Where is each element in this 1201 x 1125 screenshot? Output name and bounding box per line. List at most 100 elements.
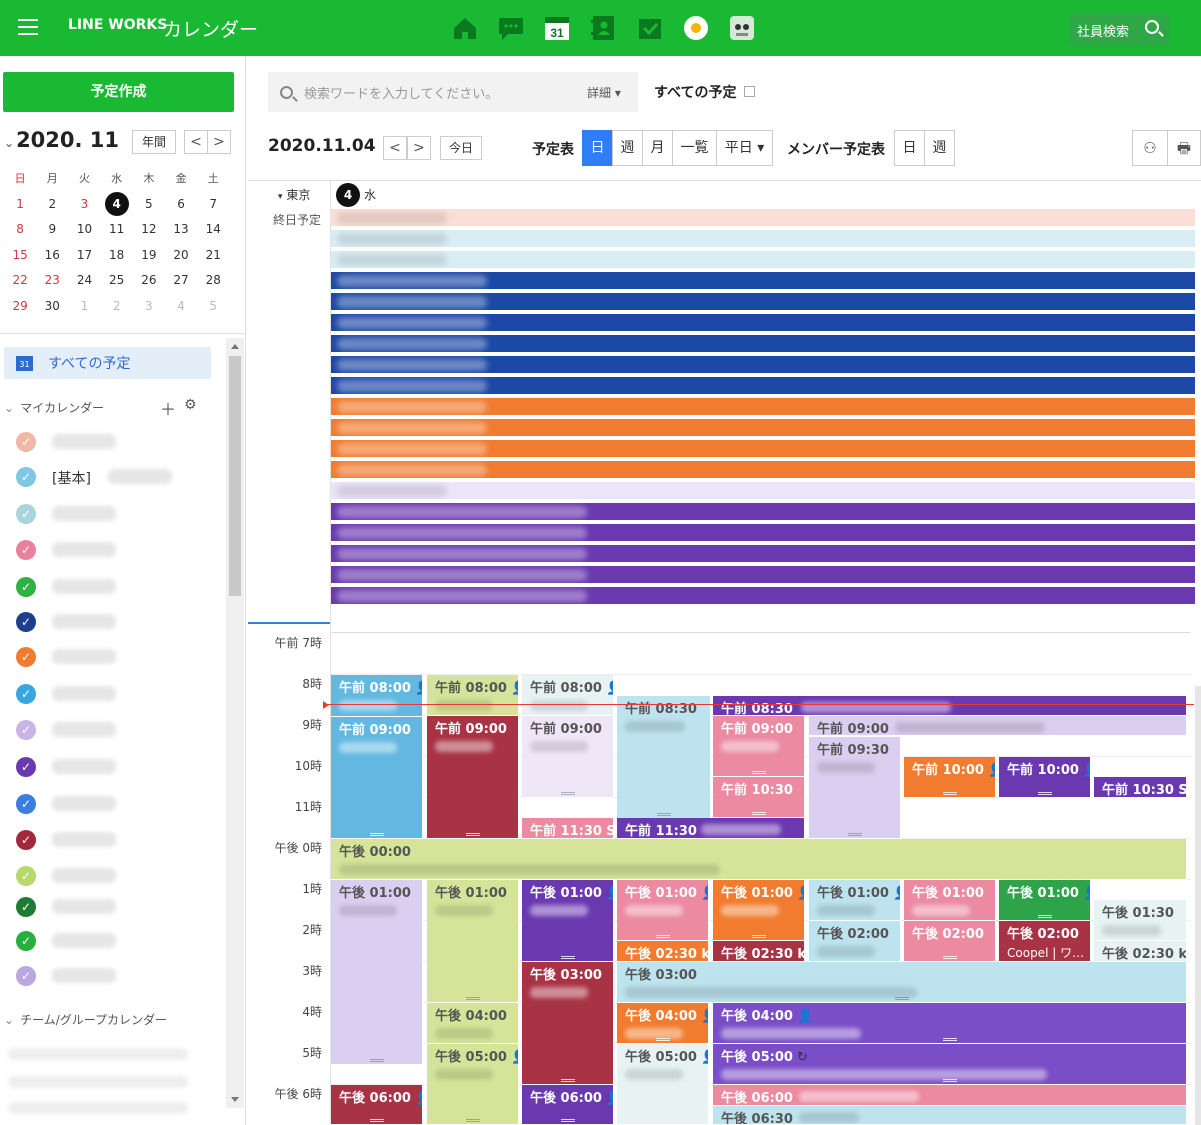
allday-event-bar[interactable] bbox=[331, 524, 1195, 543]
contacts-icon[interactable] bbox=[590, 15, 616, 41]
view-list-button[interactable]: 一覧 bbox=[672, 130, 717, 166]
allday-event-bar[interactable] bbox=[331, 377, 1195, 396]
allday-event-bar[interactable] bbox=[331, 230, 1195, 249]
menu-icon[interactable] bbox=[18, 19, 38, 35]
checkbox-icon[interactable]: ✓ bbox=[16, 720, 36, 740]
allday-event-bar[interactable] bbox=[331, 272, 1195, 291]
checkbox-icon[interactable]: ✓ bbox=[16, 830, 36, 850]
event-block[interactable]: 午前 08:30 bbox=[617, 696, 711, 819]
checkbox-icon[interactable]: ✓ bbox=[16, 757, 36, 777]
day-cell[interactable]: 23 bbox=[36, 268, 68, 294]
allday-event-bar[interactable] bbox=[331, 335, 1195, 354]
my-calendar-header[interactable]: ⌄ マイカレンダー ＋ ⚙ bbox=[4, 397, 204, 419]
event-block[interactable]: 午前 09:00 bbox=[427, 716, 519, 839]
sidebar-scrollbar[interactable] bbox=[226, 338, 244, 1108]
day-cell[interactable]: 10 bbox=[68, 217, 100, 243]
team-calendar-header[interactable]: ⌄ チーム/グループカレンダー bbox=[4, 1011, 167, 1028]
member-week-button[interactable]: 週 bbox=[924, 130, 955, 166]
calendar-icon[interactable]: 31 bbox=[544, 15, 570, 41]
event-block[interactable]: 午後 02:00 bbox=[809, 921, 901, 962]
day-cell[interactable]: 2 bbox=[36, 192, 68, 218]
day-cell[interactable]: 29 bbox=[4, 294, 36, 320]
checkbox-icon[interactable]: ✓ bbox=[16, 467, 36, 487]
day-cell[interactable]: 19 bbox=[133, 243, 165, 269]
collapse-chevron-icon[interactable]: ⌄ bbox=[4, 136, 14, 150]
team-calendar-item[interactable] bbox=[8, 1048, 188, 1060]
checkbox-icon[interactable]: ✓ bbox=[16, 794, 36, 814]
checkbox-icon[interactable]: ✓ bbox=[16, 866, 36, 886]
event-block[interactable]: 午前 10:00 👤 bbox=[999, 757, 1091, 798]
allday-event-bar[interactable] bbox=[331, 314, 1195, 333]
day-cell[interactable]: 1 bbox=[68, 294, 100, 320]
checkbox-icon[interactable]: ✓ bbox=[16, 432, 36, 452]
day-cell[interactable]: 15 bbox=[4, 243, 36, 269]
my-calendar-item[interactable]: ✓ bbox=[16, 646, 216, 668]
allday-event-bar[interactable] bbox=[331, 251, 1195, 270]
view-day-button[interactable]: 日 bbox=[582, 130, 613, 166]
day-cell[interactable]: 27 bbox=[165, 268, 197, 294]
event-block[interactable]: 午後 00:00 bbox=[331, 839, 1187, 880]
allday-event-bar[interactable] bbox=[331, 398, 1195, 417]
allday-event-bar[interactable] bbox=[331, 461, 1195, 480]
allday-event-bar[interactable] bbox=[331, 356, 1195, 375]
mini-prev-button[interactable]: < bbox=[184, 130, 208, 154]
view-week-button[interactable]: 週 bbox=[612, 130, 643, 166]
year-view-button[interactable]: 年間 bbox=[132, 130, 176, 154]
timezone-selector[interactable]: ▾ 東京 bbox=[278, 186, 310, 203]
all-schedules-item[interactable]: 31 すべての予定 bbox=[4, 347, 211, 379]
event-block[interactable]: 午前 11:30 bbox=[617, 818, 805, 839]
allday-event-bar[interactable] bbox=[331, 566, 1195, 585]
event-block[interactable]: 午後 01:00 👤 bbox=[522, 880, 614, 962]
day-cell[interactable]: 17 bbox=[68, 243, 100, 269]
event-block[interactable]: 午前 11:30 St bbox=[522, 818, 614, 839]
day-cell[interactable]: 20 bbox=[165, 243, 197, 269]
today-button[interactable]: 今日 bbox=[440, 136, 482, 160]
checkbox-icon[interactable]: ✓ bbox=[16, 504, 36, 524]
add-icon[interactable]: ＋ bbox=[160, 396, 176, 420]
event-block[interactable]: 午前 09:00 bbox=[522, 716, 614, 798]
my-calendar-item[interactable]: ✓ bbox=[16, 503, 216, 525]
event-block[interactable]: 午前 09:00 bbox=[713, 716, 805, 777]
day-cell[interactable]: 14 bbox=[197, 217, 229, 243]
detail-search-dropdown[interactable]: 詳細 ▾ bbox=[587, 84, 621, 101]
day-cell[interactable]: 6 bbox=[165, 192, 197, 218]
day-cell[interactable]: 26 bbox=[133, 268, 165, 294]
event-block[interactable]: 午前 09:00 bbox=[331, 716, 423, 839]
mini-next-button[interactable]: > bbox=[207, 130, 231, 154]
day-cell[interactable]: 11 bbox=[101, 217, 133, 243]
event-block[interactable]: 午後 06:30 bbox=[713, 1106, 1187, 1125]
event-block[interactable]: 午後 04:00 👤 bbox=[713, 1003, 1187, 1044]
my-calendar-item[interactable]: ✓ bbox=[16, 756, 216, 778]
day-cell[interactable]: 16 bbox=[36, 243, 68, 269]
allday-event-bar[interactable] bbox=[331, 587, 1195, 606]
event-block[interactable]: 午後 04:00 bbox=[427, 1003, 519, 1044]
allday-event-bar[interactable] bbox=[331, 440, 1195, 459]
allday-resize-handle[interactable] bbox=[248, 622, 330, 624]
event-block[interactable]: 午後 01:30 bbox=[1094, 900, 1187, 941]
event-block[interactable]: 午後 01:00 bbox=[331, 880, 423, 1065]
bot-icon[interactable] bbox=[683, 15, 709, 41]
event-block[interactable]: 午後 04:00 👤 bbox=[617, 1003, 709, 1044]
talk-icon[interactable] bbox=[498, 15, 524, 41]
day-cell[interactable]: 21 bbox=[197, 243, 229, 269]
my-calendar-item[interactable]: ✓ bbox=[16, 539, 216, 561]
day-cell-today[interactable]: 4 bbox=[101, 191, 133, 218]
my-calendar-item[interactable]: ✓ bbox=[16, 611, 216, 633]
event-block[interactable]: 午前 08:00 👤 bbox=[522, 675, 614, 716]
day-cell[interactable]: 2 bbox=[101, 294, 133, 320]
event-block[interactable]: 午後 02:30 ki bbox=[713, 941, 805, 962]
my-calendar-item[interactable]: ✓ bbox=[16, 930, 216, 952]
my-calendar-item[interactable]: ✓ bbox=[16, 865, 216, 887]
event-block[interactable]: 午後 02:00 bbox=[904, 921, 996, 962]
allday-event-bar[interactable] bbox=[331, 209, 1195, 228]
event-block[interactable]: 午前 10:30 bbox=[713, 777, 805, 818]
allday-event-bar[interactable] bbox=[331, 482, 1195, 501]
day-cell[interactable]: 30 bbox=[36, 294, 68, 320]
event-block[interactable]: 午前 10:00 👤 bbox=[904, 757, 996, 798]
day-cell[interactable]: 3 bbox=[68, 192, 100, 218]
gear-icon[interactable]: ⚙ bbox=[184, 397, 197, 413]
checkbox-icon[interactable]: ✓ bbox=[16, 540, 36, 560]
allday-event-bar[interactable] bbox=[331, 293, 1195, 312]
member-day-button[interactable]: 日 bbox=[894, 130, 925, 166]
checkbox-icon[interactable]: ✓ bbox=[16, 647, 36, 667]
